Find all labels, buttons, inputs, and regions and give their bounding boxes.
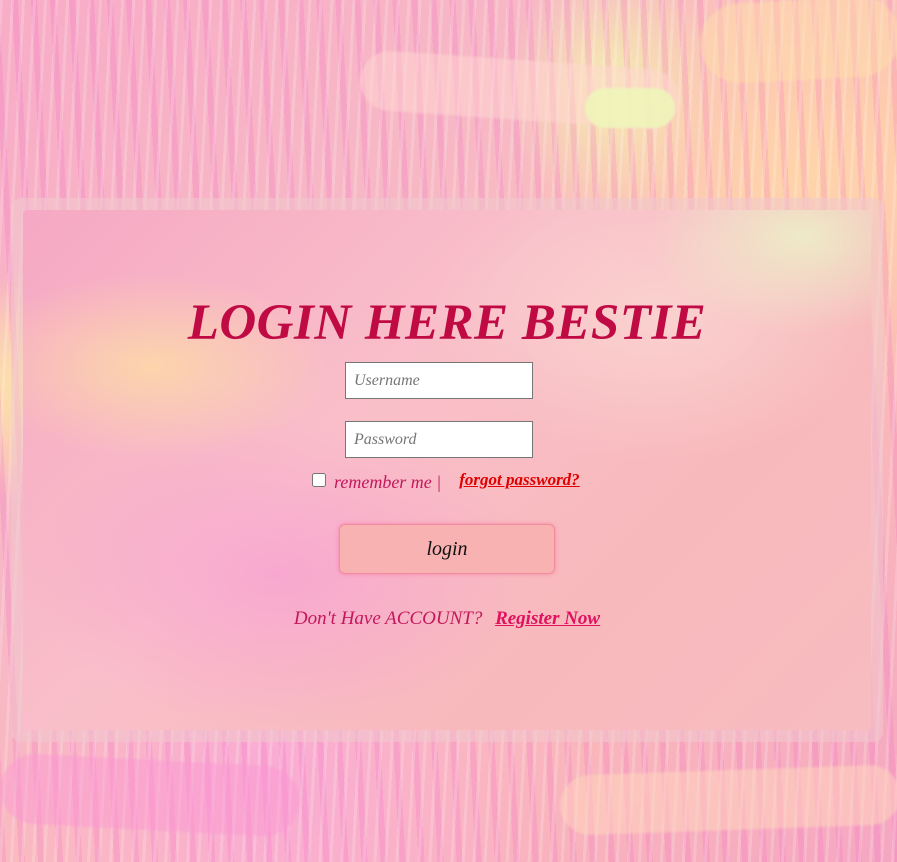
remember-me-label: remember me | [334, 472, 442, 492]
login-card-panel: LOGIN HERE BESTIE remember me | forgot p… [23, 210, 871, 730]
login-button[interactable]: login [339, 524, 555, 574]
password-input[interactable] [345, 421, 533, 458]
page-title: LOGIN HERE BESTIE [187, 295, 707, 351]
username-input[interactable] [345, 362, 533, 399]
remember-row: remember me | forgot password? [312, 466, 580, 493]
forgot-password-link[interactable]: forgot password? [459, 470, 579, 490]
register-row: Don't Have ACCOUNT? Register Now [23, 608, 871, 630]
remember-me-checkbox[interactable] [312, 472, 326, 487]
register-now-link[interactable]: Register Now [495, 608, 600, 629]
login-card: LOGIN HERE BESTIE remember me | forgot p… [11, 198, 883, 742]
register-prompt: Don't Have ACCOUNT? [293, 608, 483, 629]
